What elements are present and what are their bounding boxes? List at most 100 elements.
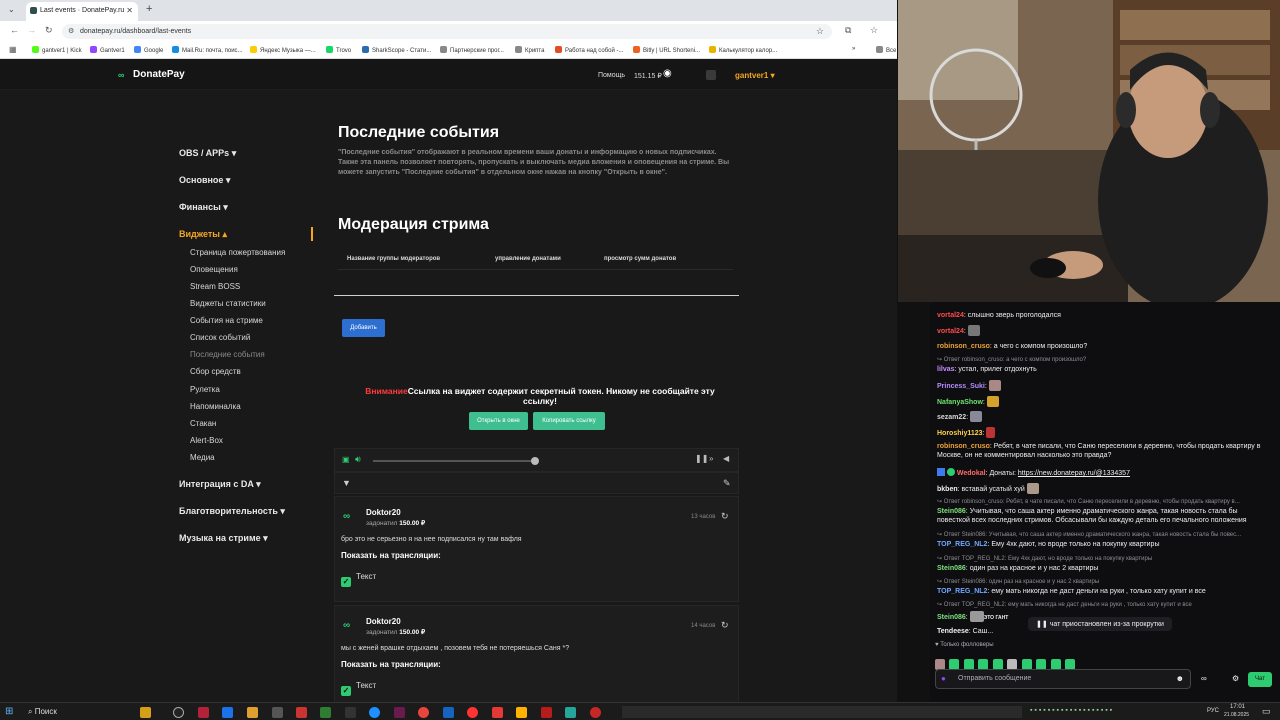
chat-username[interactable]: NafanyaShow <box>937 399 983 406</box>
site-logo[interactable]: DonatePay <box>133 69 185 80</box>
bookmark-trovo[interactable]: Trovo <box>326 46 351 54</box>
clock-date[interactable]: 21.08.2025 <box>1224 712 1249 718</box>
chat-paused-banner[interactable]: ❚❚ чат приостановлен из-за прокрутки <box>1028 617 1172 631</box>
bookmark-crypto[interactable]: Крипта <box>515 46 544 54</box>
bookmark-sharkscope[interactable]: SharkScope - Стати... <box>362 46 431 54</box>
widget-stream-events[interactable]: События на стриме <box>190 316 263 325</box>
url-field[interactable]: ⚙ donatepay.ru/dashboard/last-events ☆ <box>62 24 832 39</box>
bookmarks-overflow-icon[interactable]: » <box>852 46 855 52</box>
forward-icon[interactable]: → <box>27 25 36 35</box>
nav-finance[interactable]: Финансы ▾ <box>179 202 228 213</box>
language-indicator[interactable]: РУС <box>1207 708 1219 714</box>
widget-glass[interactable]: Стакан <box>190 419 216 428</box>
chat-username[interactable]: Stein086 <box>937 508 966 515</box>
bookmark-calculator[interactable]: Калькулятор калор... <box>709 46 777 54</box>
notifications-icon[interactable]: ▭ <box>1262 706 1271 717</box>
bookmark-all[interactable]: Все <box>876 46 896 54</box>
widget-media[interactable]: Медиа <box>190 453 215 462</box>
nav-main[interactable]: Основное ▾ <box>179 175 230 186</box>
bookmark-twitch[interactable]: Gantver1 <box>90 46 125 54</box>
chat-username[interactable]: Horoshiy1123 <box>937 430 983 437</box>
edit-icon[interactable]: ✎ <box>723 478 731 489</box>
chat-input[interactable]: ● Отправить сообщение ☻ <box>935 669 1191 689</box>
chat-username[interactable]: TOP_REG_NL2 <box>937 541 987 548</box>
widget-fundraising[interactable]: Сбор средств <box>190 367 241 376</box>
replay-icon[interactable]: ↻ <box>721 620 729 631</box>
avatar[interactable] <box>706 70 716 80</box>
add-button[interactable]: Добавить <box>342 319 385 337</box>
app-icon[interactable] <box>565 707 576 718</box>
clock-time[interactable]: 17:01 <box>1230 704 1245 710</box>
back-icon[interactable]: ← <box>10 25 19 35</box>
chrome-icon[interactable] <box>418 707 429 718</box>
chat-username[interactable]: Tendeese <box>937 628 969 635</box>
extensions-icon[interactable]: ⧉ <box>845 25 851 36</box>
bookmark-mailru[interactable]: Mail.Ru: почта, поис... <box>172 46 243 54</box>
chat-username[interactable]: vortal24 <box>937 328 964 335</box>
app-icon[interactable] <box>516 707 527 718</box>
app-icon[interactable] <box>590 707 601 718</box>
open-window-button[interactable]: Открыть в окне <box>469 412 528 430</box>
widget-last-events[interactable]: Последние события <box>190 350 265 359</box>
bookmark-self-work[interactable]: Работа над собой -... <box>555 46 623 54</box>
apps-grid-icon[interactable]: ▦ <box>9 45 17 54</box>
username-menu[interactable]: gantver1 ▾ <box>735 71 775 80</box>
emote-picker-icon[interactable]: ☻ <box>1176 674 1184 683</box>
nav-music[interactable]: Музыка на стриме ▾ <box>179 533 268 544</box>
widget-alert-box[interactable]: Alert-Box <box>190 436 223 445</box>
chat-username[interactable]: robinson_cruso <box>937 443 990 450</box>
widget-stats[interactable]: Виджеты статистики <box>190 299 266 308</box>
obs-icon[interactable] <box>173 707 184 718</box>
chat-username[interactable]: sezam22 <box>937 414 966 421</box>
chat-username[interactable]: TOP_REG_NL2 <box>937 588 987 595</box>
nav-integration-da[interactable]: Интеграция с DA ▾ <box>179 479 261 490</box>
app-icon[interactable] <box>443 707 454 718</box>
help-link[interactable]: Помощь <box>598 72 625 79</box>
settings-icon[interactable]: ⚙ <box>1232 674 1239 683</box>
app-icon[interactable] <box>394 707 405 718</box>
chat-username[interactable]: vortal24 <box>937 312 964 319</box>
chat-username[interactable]: robinson_cruso <box>937 343 990 350</box>
chat-username[interactable]: Princess_Suki <box>937 383 985 390</box>
chat-username[interactable]: Stein086 <box>937 614 966 621</box>
nav-widgets[interactable]: Виджеты ▴ <box>179 229 227 240</box>
reload-icon[interactable]: ↻ <box>45 25 53 36</box>
pause-icon[interactable]: ❚❚ <box>695 454 708 463</box>
media-icon[interactable]: ▣ <box>342 455 350 464</box>
volume-slider-handle[interactable] <box>531 457 539 465</box>
mic-icon[interactable]: ● <box>941 674 946 683</box>
widget-reminder[interactable]: Напоминалка <box>190 402 241 411</box>
windows-start-icon[interactable]: ⊞ <box>5 706 13 717</box>
text-checkbox[interactable]: ✓ <box>341 571 351 589</box>
skip-icon[interactable]: » <box>709 454 713 463</box>
paint-icon[interactable] <box>247 707 258 718</box>
tab-list-icon[interactable]: ⌄ <box>8 5 15 14</box>
taskbar-search[interactable]: ⌕ Поиск <box>28 707 57 717</box>
widget-roulette[interactable]: Рулетка <box>190 385 220 394</box>
chat-username[interactable]: bkben <box>937 486 958 493</box>
mute-icon[interactable]: ◀︎ <box>723 454 729 463</box>
send-button[interactable]: Чат <box>1248 672 1272 687</box>
text-checkbox[interactable]: ✓ <box>341 680 351 698</box>
app-icon[interactable] <box>492 707 503 718</box>
bookmark-kick[interactable]: gantver1 | Kick <box>32 46 82 54</box>
app-icon[interactable] <box>272 707 283 718</box>
app-icon[interactable] <box>345 707 356 718</box>
system-tray-icons[interactable]: ▪ ▪ ▪ ▪ ▪ ▪ ▪ ▪ ▪ ▪ ▪ ▪ ▪ ▪ ▪ ▪ ▪ ▪ ▪ <box>1030 707 1112 714</box>
yandex-icon[interactable] <box>467 707 478 718</box>
close-tab-icon[interactable]: ✕ <box>126 6 133 15</box>
filter-icon[interactable]: ▼ <box>342 478 351 488</box>
nav-charity[interactable]: Благотворительность ▾ <box>179 506 285 517</box>
bookmark-bitly[interactable]: Bitly | URL Shorteni... <box>633 46 700 54</box>
bookmark-partners[interactable]: Партнерские прог... <box>440 46 504 54</box>
active-tab[interactable]: Last events · DonatePay.ru ✕ <box>26 2 138 21</box>
app-icon[interactable] <box>320 707 331 718</box>
volume-slider[interactable] <box>373 460 535 462</box>
chat-username[interactable]: Wedokal <box>957 470 986 477</box>
widget-alerts[interactable]: Оповещения <box>190 265 238 274</box>
bookmark-yandex-music[interactable]: Яндекс Музыка —... <box>250 46 316 54</box>
app-icon[interactable] <box>541 707 552 718</box>
chat-username[interactable]: lilvas <box>937 366 955 373</box>
bookmarks-icon[interactable]: ☆ <box>870 25 878 36</box>
donate-link[interactable]: https://new.donatepay.ru/@1334357 <box>1018 470 1130 477</box>
